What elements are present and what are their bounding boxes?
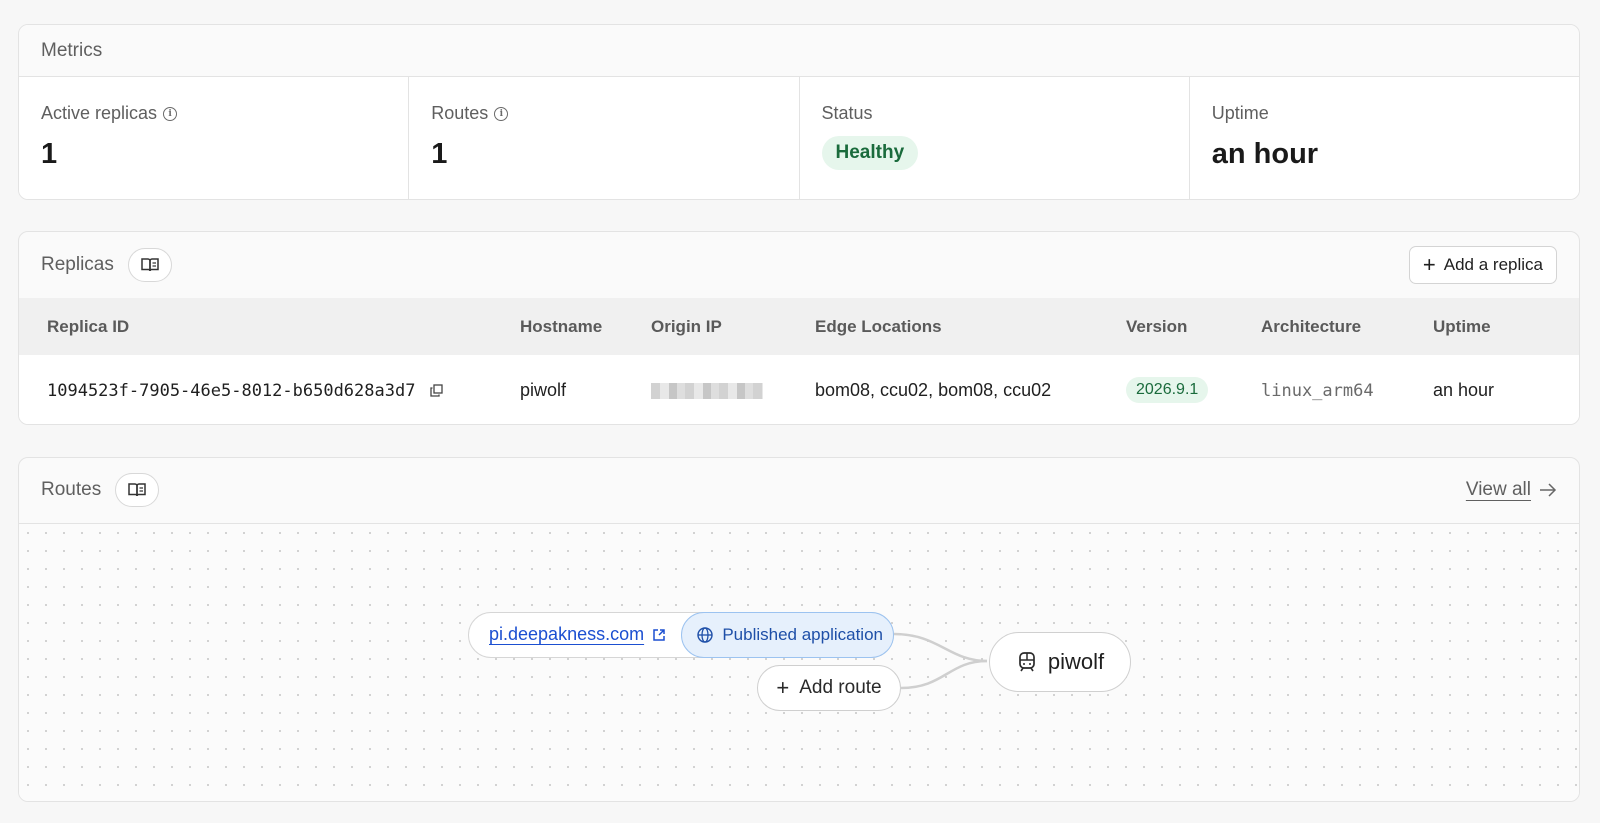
add-replica-label: Add a replica xyxy=(1443,255,1543,274)
target-name: piwolf xyxy=(1047,649,1105,674)
copy-icon[interactable] xyxy=(430,384,444,397)
metric-status: Status Healthy xyxy=(800,77,1190,199)
column-header[interactable]: Origin IP xyxy=(643,298,807,355)
column-header[interactable]: Hostname xyxy=(512,298,643,355)
metric-label: Routes xyxy=(431,103,489,123)
metric-label: Uptime xyxy=(1211,103,1269,123)
docs-button[interactable] xyxy=(115,473,160,507)
replicas-title: Replicas xyxy=(41,254,114,275)
info-icon[interactable]: i xyxy=(163,106,178,121)
table-header-row: Replica ID Hostname Origin IP Edge Locat… xyxy=(19,298,1579,355)
column-header[interactable]: Replica ID xyxy=(19,298,512,355)
replica-target-node[interactable]: piwolf xyxy=(989,632,1131,692)
book-icon xyxy=(128,483,146,497)
replicas-card: Replicas + Add a replica Replica ID Host… xyxy=(18,231,1580,425)
origin-ip-redacted xyxy=(651,382,763,399)
uptime-cell: an hour xyxy=(1425,355,1579,424)
routes-title: Routes xyxy=(41,479,102,500)
routes-canvas[interactable]: pi.deepakness.com Published application … xyxy=(19,523,1579,801)
route-node: pi.deepakness.com Published application xyxy=(468,612,894,658)
version-badge: 2026.9.1 xyxy=(1126,377,1209,403)
globe-icon xyxy=(697,627,714,643)
published-application-badge[interactable]: Published application xyxy=(681,612,894,658)
architecture-cell: linux_arm64 xyxy=(1261,380,1374,401)
metrics-grid: Active replicas i 1 Routes i 1 Status He… xyxy=(19,76,1579,199)
table-row: 1094523f-7905-46e5-8012-b650d628a3d7 piw… xyxy=(19,355,1579,424)
metric-active-replicas: Active replicas i 1 xyxy=(19,77,410,199)
view-all-label: View all xyxy=(1465,479,1531,500)
replica-id: 1094523f-7905-46e5-8012-b650d628a3d7 xyxy=(47,380,416,401)
plus-icon: + xyxy=(776,675,790,700)
route-edges xyxy=(893,632,988,690)
external-link-icon xyxy=(653,628,665,641)
view-all-link[interactable]: View all xyxy=(1466,479,1557,501)
metric-value: an hour xyxy=(1211,138,1319,170)
route-host-link[interactable]: pi.deepakness.com xyxy=(489,624,666,645)
metric-uptime: Uptime an hour xyxy=(1190,77,1579,199)
metric-routes: Routes i 1 xyxy=(409,77,800,199)
routes-card: Routes View all pi.deepakness.com Publis… xyxy=(18,457,1580,802)
info-icon[interactable]: i xyxy=(494,106,509,121)
add-replica-button[interactable]: + Add a replica xyxy=(1408,246,1557,284)
metric-label: Active replicas xyxy=(41,103,158,123)
route-type-label: Published application xyxy=(722,625,883,644)
metric-value: 1 xyxy=(41,138,58,170)
book-icon xyxy=(141,258,159,272)
add-route-label: Add route xyxy=(799,677,882,698)
metric-value: 1 xyxy=(431,138,448,170)
plus-icon: + xyxy=(1422,252,1436,277)
route-host: pi.deepakness.com xyxy=(489,624,645,644)
add-route-button[interactable]: + Add route xyxy=(757,665,901,711)
status-badge: Healthy xyxy=(821,136,919,170)
arrow-right-icon xyxy=(1540,483,1557,497)
hostname-cell: piwolf xyxy=(512,355,643,424)
column-header[interactable]: Uptime xyxy=(1425,298,1579,355)
metrics-card: Metrics Active replicas i 1 Routes i 1 S… xyxy=(18,24,1580,200)
replicas-table: Replica ID Hostname Origin IP Edge Locat… xyxy=(19,298,1579,424)
edge-locations-cell: bom08, ccu02, bom08, ccu02 xyxy=(807,355,1118,424)
metric-label: Status xyxy=(821,103,873,123)
metrics-title: Metrics xyxy=(19,25,1579,76)
column-header[interactable]: Edge Locations xyxy=(807,298,1118,355)
column-header[interactable]: Version xyxy=(1118,298,1253,355)
train-icon xyxy=(1019,652,1035,672)
column-header[interactable]: Architecture xyxy=(1253,298,1425,355)
docs-button[interactable] xyxy=(127,248,172,282)
